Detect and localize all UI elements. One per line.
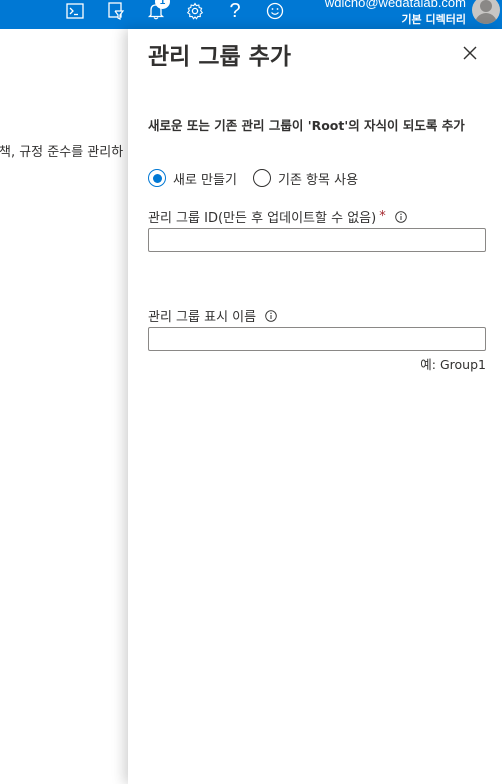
background-description-text: 책, 규정 준수를 관리하 bbox=[0, 145, 124, 160]
top-bar: 1 ? wdlcho@wedatalab.com 기본 디렉터리 bbox=[0, 0, 502, 29]
panel-title: 관리 그룹 추가 bbox=[148, 44, 291, 70]
settings-icon[interactable] bbox=[183, 0, 207, 22]
radio-use-existing-circle[interactable] bbox=[253, 169, 271, 187]
avatar-body bbox=[475, 13, 497, 24]
directory-filter-icon[interactable] bbox=[104, 0, 128, 22]
avatar[interactable] bbox=[472, 0, 500, 24]
group-id-label: 관리 그룹 ID(만든 후 업데이트할 수 없음) * bbox=[148, 207, 407, 226]
cloud-shell-icon[interactable] bbox=[63, 0, 87, 22]
info-icon[interactable] bbox=[394, 210, 407, 223]
radio-create-new[interactable]: 새로 만들기 bbox=[148, 168, 237, 188]
required-marker: * bbox=[379, 209, 386, 224]
radio-use-existing[interactable]: 기존 항목 사용 bbox=[253, 168, 358, 188]
group-id-label-text: 관리 그룹 ID(만든 후 업데이트할 수 없음) bbox=[148, 211, 377, 226]
close-icon bbox=[463, 46, 477, 60]
help-icon[interactable]: ? bbox=[223, 0, 247, 22]
group-id-input[interactable] bbox=[148, 228, 486, 252]
panel-subtitle: 새로운 또는 기존 관리 그룹이 'Root'의 자식이 되도록 추가 bbox=[148, 118, 465, 133]
display-name-label: 관리 그룹 표시 이름 bbox=[148, 306, 277, 325]
display-name-hint: 예: Group1 bbox=[420, 357, 486, 372]
radio-create-new-label: 새로 만들기 bbox=[173, 172, 237, 188]
radio-use-existing-label: 기존 항목 사용 bbox=[278, 172, 359, 188]
avatar-head bbox=[480, 0, 492, 12]
user-email[interactable]: wdlcho@wedatalab.com bbox=[325, 0, 466, 10]
add-management-group-panel: 관리 그룹 추가 새로운 또는 기존 관리 그룹이 'Root'의 자식이 되도… bbox=[128, 29, 502, 784]
radio-create-new-circle[interactable] bbox=[148, 169, 166, 187]
feedback-icon[interactable] bbox=[263, 0, 287, 22]
info-icon[interactable] bbox=[265, 309, 277, 322]
display-name-input[interactable] bbox=[148, 327, 486, 351]
user-directory[interactable]: 기본 디렉터리 bbox=[401, 11, 466, 27]
display-name-label-text: 관리 그룹 표시 이름 bbox=[148, 310, 257, 325]
close-button[interactable] bbox=[461, 44, 479, 62]
